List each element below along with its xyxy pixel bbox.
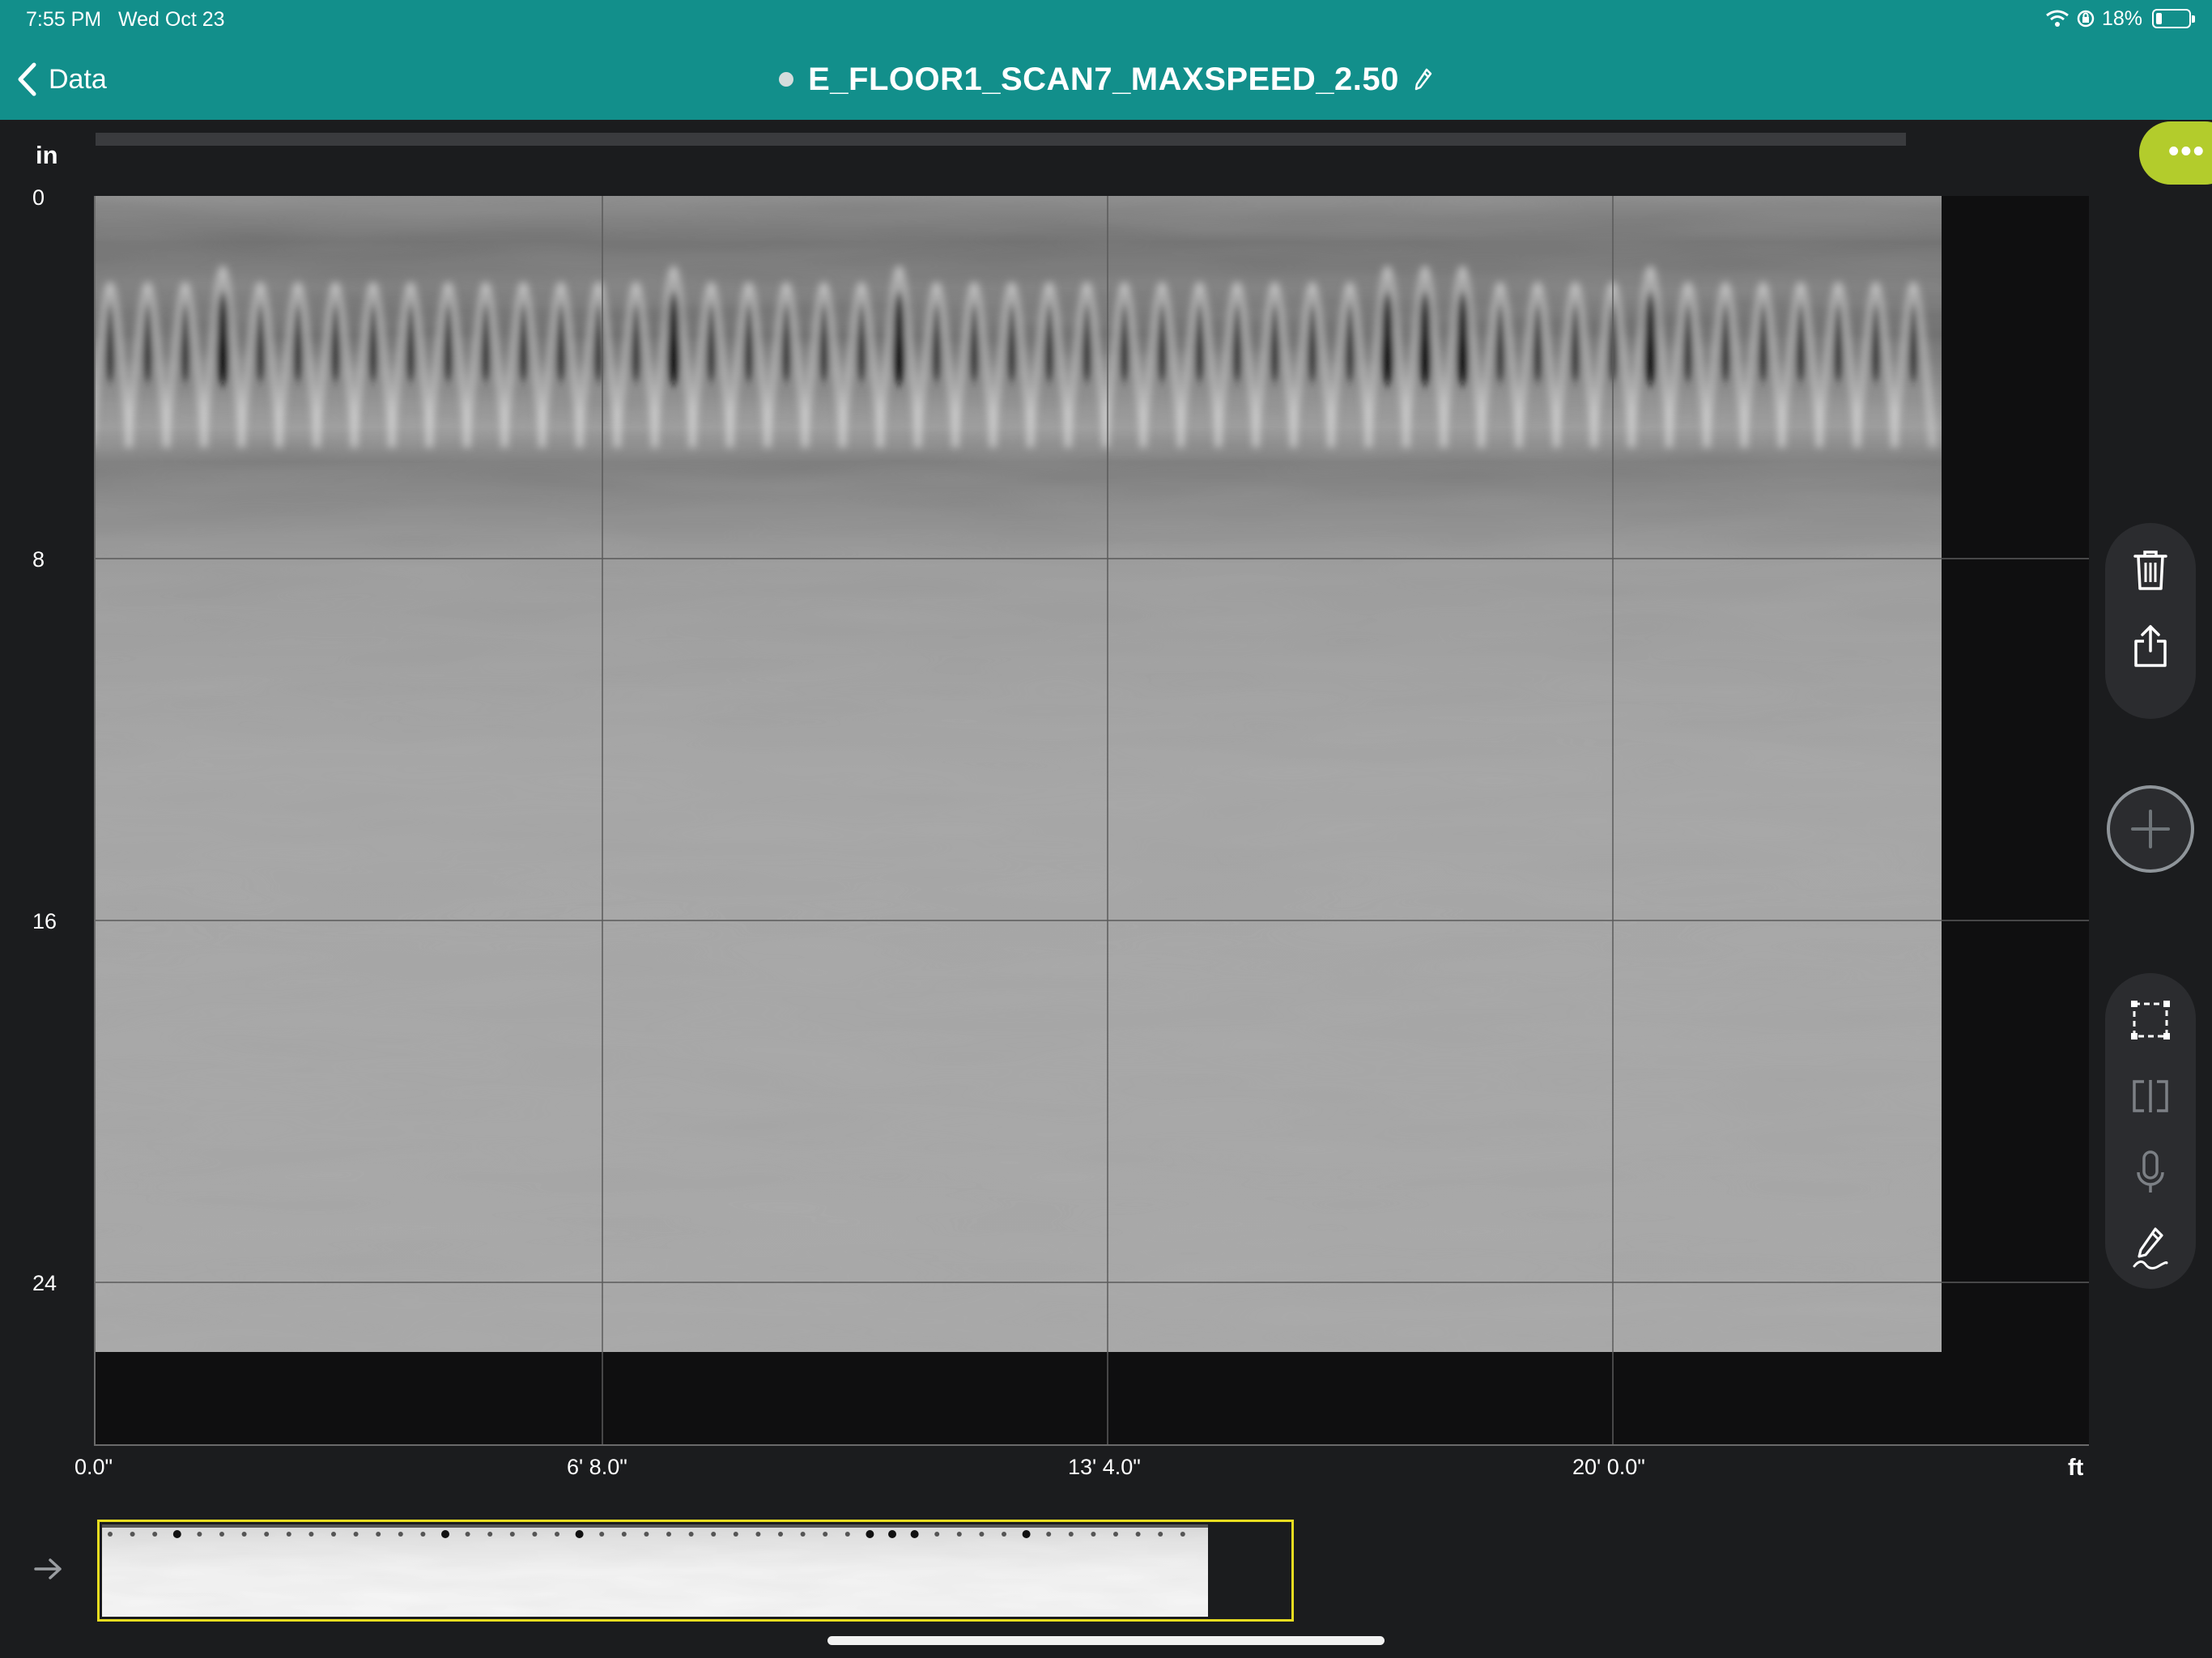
distance-tick-label: 0.0" [74, 1455, 113, 1479]
trash-icon [2133, 551, 2167, 590]
status-date: Wed Oct 23 [118, 8, 225, 31]
distance-unit-label: ft [2068, 1455, 2084, 1481]
horizontal-scroll-bar[interactable] [96, 133, 1906, 146]
voice-note-button[interactable] [2126, 1148, 2175, 1197]
radargram-scan-image[interactable] [96, 196, 1942, 1352]
add-button[interactable] [2107, 785, 2194, 873]
status-time: 7:55 PM [26, 8, 102, 31]
distance-tick-label: 6' 8.0" [567, 1455, 627, 1479]
scan-title-group: E_FLOOR1_SCAN7_MAXSPEED_2.50 [0, 57, 2212, 102]
orientation-lock-icon [2077, 10, 2095, 28]
depth-tick-label: 24 [32, 1271, 57, 1295]
overview-arrow [31, 1553, 66, 1585]
depth-unit-label: in [36, 141, 58, 169]
more-icon: ••• [2168, 134, 2206, 168]
depth-tick-label: 16 [32, 909, 57, 933]
y-axis-line [94, 196, 96, 1446]
battery-level [2156, 13, 2162, 24]
scan-overview-strip[interactable] [97, 1520, 1294, 1622]
status-indicators: 18% [2045, 6, 2195, 31]
pencil-edit-icon[interactable] [1414, 67, 1433, 91]
scan-title: E_FLOOR1_SCAN7_MAXSPEED_2.50 [808, 61, 1399, 97]
wifi-icon [2046, 10, 2069, 27]
delete-button[interactable] [2126, 546, 2175, 594]
share-button[interactable] [2126, 622, 2175, 670]
more-options-button[interactable]: ••• [2139, 121, 2212, 185]
battery-percent: 18% [2101, 6, 2142, 30]
depth-tick-label: 8 [32, 547, 45, 572]
share-icon [2134, 625, 2167, 667]
annotate-pen-icon [2133, 1227, 2168, 1270]
overview-thumbnail [102, 1524, 1208, 1617]
microphone-icon [2137, 1150, 2164, 1192]
file-actions-panel [2105, 523, 2196, 719]
select-region-button[interactable] [2126, 996, 2175, 1044]
battery-icon [2152, 9, 2195, 28]
distance-tick-label: 20' 0.0" [1572, 1455, 1645, 1479]
select-region-icon [2131, 1001, 2170, 1039]
distance-tick-label: 13' 4.0" [1068, 1455, 1141, 1479]
split-view-button[interactable] [2126, 1072, 2175, 1120]
top-bar: 7:55 PM Wed Oct 23 18% Data E_FLOOR1_SCA… [0, 0, 2212, 120]
arrow-right-icon [34, 1558, 62, 1579]
x-axis-line [94, 1444, 2089, 1446]
add-icon [2131, 810, 2170, 848]
edit-tools-panel [2105, 973, 2196, 1289]
depth-tick-label: 0 [32, 185, 45, 210]
home-indicator [827, 1636, 1385, 1645]
split-view-icon [2133, 1080, 2168, 1112]
status-dot-icon [779, 72, 794, 87]
annotate-button[interactable] [2126, 1224, 2175, 1273]
